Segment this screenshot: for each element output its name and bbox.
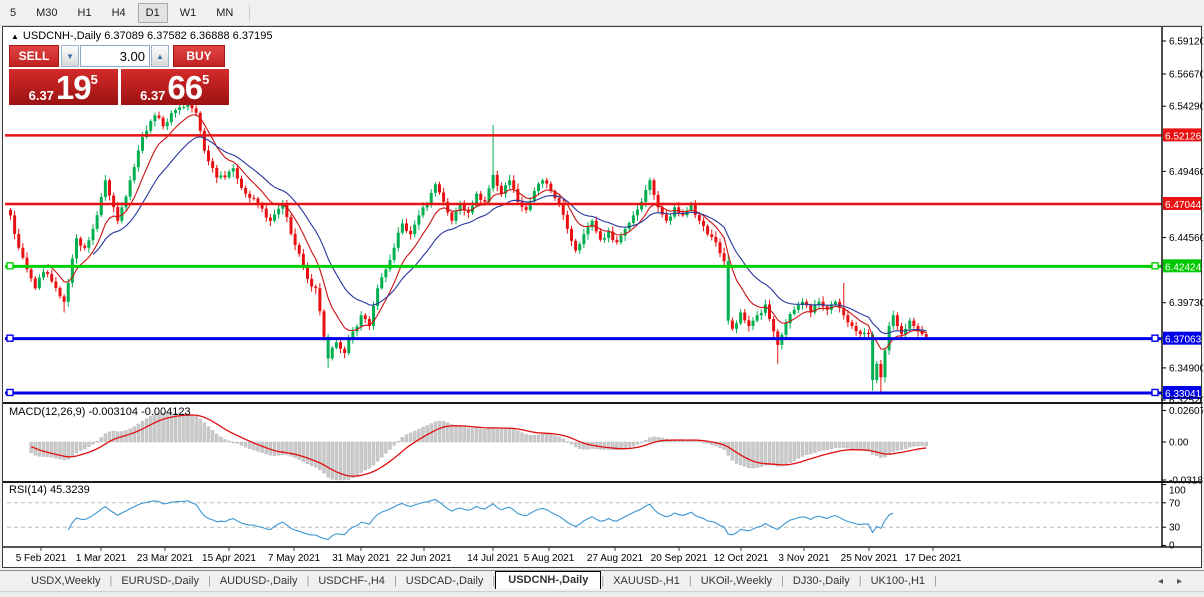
bid-pipette: 5 [90, 72, 98, 87]
svg-text:5 Aug 2021: 5 Aug 2021 [524, 553, 575, 564]
chart-window[interactable]: 6.52126 6.47044 6.42424 6.37063 6.33041 6.591… [2, 26, 1203, 568]
svg-text:6.59120: 6.59120 [1169, 37, 1203, 48]
chart-tab-usdchf[interactable]: USDCHF-,H4 [309, 573, 394, 589]
ask-prefix: 6.37 [140, 88, 166, 103]
svg-text:6.42424: 6.42424 [1165, 262, 1202, 273]
chart-title: ▲ USDCNH-,Daily 6.37089 6.37582 6.36888 6… [11, 30, 272, 42]
svg-text:6.44560: 6.44560 [1169, 233, 1203, 244]
svg-text:3 Nov 2021: 3 Nov 2021 [778, 553, 830, 564]
svg-text:0.00: 0.00 [1169, 438, 1189, 449]
chevron-up-icon: ▲ [156, 51, 164, 61]
buy-button[interactable]: BUY [173, 45, 225, 67]
timeframe-button-d1[interactable]: D1 [137, 2, 168, 23]
bid-prefix: 6.37 [28, 88, 54, 103]
svg-text:15 Apr 2021: 15 Apr 2021 [202, 553, 256, 564]
chart-tab-eurusd[interactable]: EURUSD-,Daily [112, 573, 208, 589]
svg-text:5 Feb 2021: 5 Feb 2021 [16, 553, 67, 564]
svg-text:20 Sep 2021: 20 Sep 2021 [651, 553, 708, 564]
timeframe-button-h1[interactable]: H1 [70, 3, 100, 23]
svg-text:31 May 2021: 31 May 2021 [332, 553, 390, 564]
svg-text:23 Mar 2021: 23 Mar 2021 [137, 553, 194, 564]
macd-indicator-label: MACD(12,26,9) -0.003104 -0.004123 [9, 406, 191, 418]
trading-terminal-screen: { "toolbar": { "timeframes": [ {"label":… [0, 0, 1204, 597]
status-strip [0, 591, 1204, 597]
svg-text:6.32520: 6.32520 [1169, 395, 1203, 406]
svg-text:6.52126: 6.52126 [1165, 131, 1202, 142]
svg-text:22 Jun 2021: 22 Jun 2021 [396, 553, 451, 564]
chart-tab-xauusd[interactable]: XAUUSD-,H1 [604, 573, 689, 589]
ask-big-digits: 66 [167, 69, 203, 106]
svg-text:17 Dec 2021: 17 Dec 2021 [905, 553, 962, 564]
chart-tab-ukoil[interactable]: UKOil-,Weekly [692, 573, 781, 589]
bid-big-digits: 19 [55, 69, 92, 106]
volume-decrease-button[interactable]: ▼ [61, 45, 79, 67]
rsi-indicator-label: RSI(14) 45.3239 [9, 484, 90, 496]
timeframe-button-w1[interactable]: W1 [172, 3, 205, 23]
svg-text:7 May 2021: 7 May 2021 [268, 553, 321, 564]
svg-text:70: 70 [1169, 498, 1181, 509]
svg-text:14 Jul 2021: 14 Jul 2021 [467, 553, 519, 564]
svg-text:6.39730: 6.39730 [1169, 298, 1203, 309]
svg-text:25 Nov 2021: 25 Nov 2021 [841, 553, 898, 564]
timeframe-toolbar: 5 M30 H1 H4 D1 W1 MN [0, 0, 1204, 26]
svg-text:6.56670: 6.56670 [1169, 70, 1203, 81]
volume-input[interactable] [80, 45, 150, 67]
chart-tab-usdcad[interactable]: USDCAD-,Daily [397, 573, 493, 589]
timeframe-button-5[interactable]: 5 [2, 3, 24, 23]
svg-text:6.47044: 6.47044 [1165, 200, 1202, 211]
svg-text:12 Oct 2021: 12 Oct 2021 [714, 553, 769, 564]
svg-text:6.54290: 6.54290 [1169, 102, 1203, 113]
tab-separator: | [934, 575, 937, 587]
svg-text:0: 0 [1169, 541, 1175, 552]
svg-text:0.02607: 0.02607 [1169, 406, 1203, 417]
svg-text:1 Mar 2021: 1 Mar 2021 [76, 553, 127, 564]
sell-button[interactable]: SELL [9, 45, 59, 67]
volume-increase-button[interactable]: ▲ [151, 45, 169, 67]
svg-text:6.34900: 6.34900 [1169, 363, 1203, 374]
chart-tab-uk100[interactable]: UK100-,H1 [862, 573, 934, 589]
collapse-triangle-icon[interactable]: ▲ [11, 32, 19, 41]
chart-tab-usdx[interactable]: USDX,Weekly [22, 573, 109, 589]
timeframe-button-mn[interactable]: MN [208, 3, 241, 23]
timeframe-button-h4[interactable]: H4 [104, 3, 134, 23]
chevron-down-icon: ▼ [66, 51, 74, 61]
svg-text:6.49460: 6.49460 [1169, 167, 1203, 178]
toolbar-separator [249, 4, 251, 21]
timeframe-button-m30[interactable]: M30 [28, 3, 65, 23]
chart-symbol-period: USDCNH-,Daily [22, 30, 102, 42]
one-click-trade-panel: SELL ▼ ▲ BUY 6.37 19 5 6.37 66 5 [9, 45, 229, 105]
bid-price-display[interactable]: 6.37 19 5 [9, 69, 118, 105]
chart-tab-usdcnh[interactable]: USDCNH-,Daily [495, 571, 602, 589]
svg-text:27 Aug 2021: 27 Aug 2021 [587, 553, 644, 564]
ask-pipette: 5 [202, 72, 210, 87]
tab-scroll-arrows[interactable]: ◂▸ [1158, 576, 1196, 587]
chart-tab-dj30[interactable]: DJ30-,Daily [784, 573, 859, 589]
chart-canvas[interactable]: 6.521266.470446.424246.370636.330416.591… [3, 27, 1203, 567]
ask-price-display[interactable]: 6.37 66 5 [120, 69, 229, 106]
svg-text:100: 100 [1169, 486, 1186, 497]
chart-tab-bar: USDX,Weekly | EURUSD-,Daily | AUDUSD-,Daily |… [0, 570, 1204, 591]
svg-text:6.37063: 6.37063 [1165, 335, 1202, 346]
svg-text:30: 30 [1169, 523, 1181, 534]
chart-ohlc-values: 6.37089 6.37582 6.36888 6.37195 [104, 30, 273, 42]
chart-tab-audusd[interactable]: AUDUSD-,Daily [211, 573, 307, 589]
